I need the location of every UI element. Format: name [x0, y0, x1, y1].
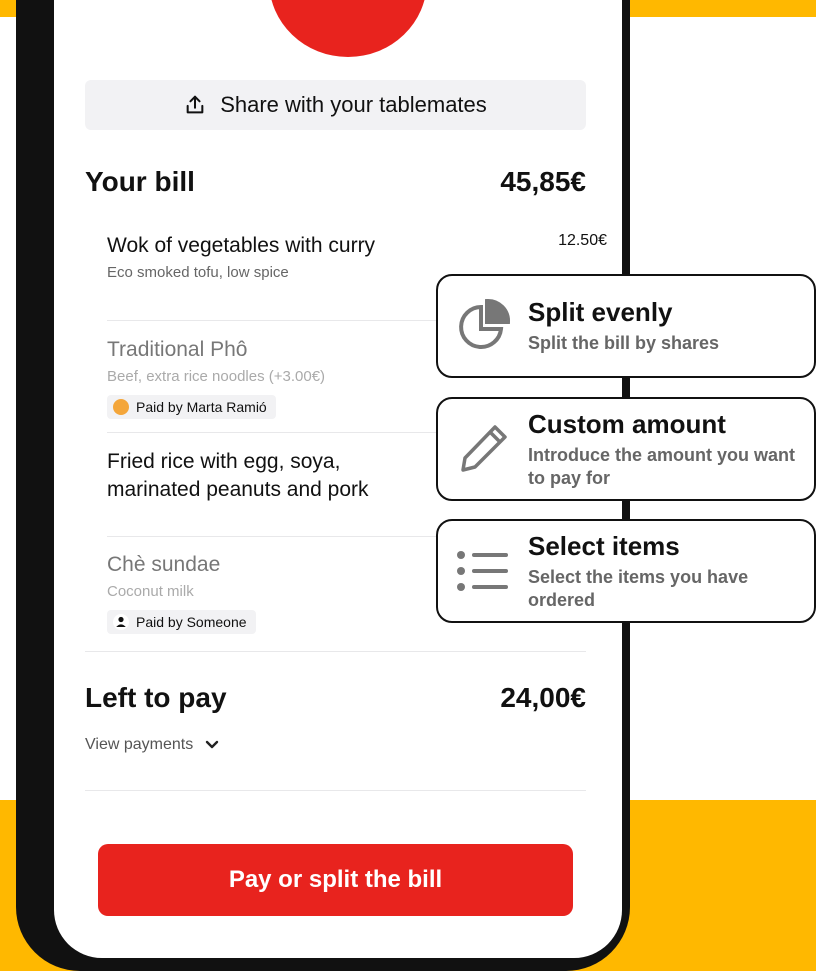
pie-chart-icon [459, 299, 510, 349]
divider [85, 651, 586, 652]
bill-item[interactable]: Fried rice with egg, soya, marinated pea… [107, 448, 437, 504]
option-description: Split the bill by shares [528, 333, 720, 353]
divider [85, 790, 586, 791]
option-split-evenly[interactable]: Split evenly Split the bill by shares [436, 274, 816, 378]
option-title: Split evenly [528, 297, 673, 327]
option-description: Select the items you have ordered [528, 566, 749, 610]
person-icon [113, 614, 129, 630]
list-icon [457, 551, 508, 591]
paid-by-badge: Paid by Someone [107, 610, 256, 634]
paid-by-label: Paid by Marta Ramió [136, 399, 267, 415]
option-title: Custom amount [528, 408, 726, 439]
view-payments-label: View payments [85, 736, 194, 753]
share-label: Share with your tablemates [220, 92, 487, 117]
your-bill-header: Your bill 45,85€ [85, 166, 586, 198]
item-price: 12.50€ [558, 232, 607, 249]
paid-by-badge: Paid by Marta Ramió [107, 395, 276, 419]
pencil-icon [461, 425, 507, 472]
paid-by-label: Paid by Someone [136, 614, 247, 630]
item-name: Wok of vegetables with curry [107, 234, 376, 257]
option-custom-amount[interactable]: Custom amount Introduce the amount you w… [436, 397, 816, 501]
your-bill-title: Your bill [85, 166, 195, 197]
share-with-tablemates-button[interactable]: Share with your tablemates [85, 80, 586, 130]
left-to-pay-amount: 24,00€ [500, 682, 586, 713]
view-payments-toggle[interactable]: View payments [85, 736, 219, 754]
share-icon [186, 95, 204, 114]
left-to-pay-title: Left to pay [85, 682, 227, 713]
bill-total: 45,85€ [500, 166, 586, 197]
user-avatar-icon [113, 399, 129, 415]
pay-or-split-button[interactable]: Pay or split the bill [98, 844, 573, 916]
option-select-items[interactable]: Select items Select the items you have o… [436, 519, 816, 623]
option-description: Introduce the amount you want to pay for [528, 444, 796, 488]
option-title: Select items [528, 530, 680, 561]
chevron-down-icon [206, 740, 219, 749]
restaurant-logo-circle [269, 0, 427, 57]
item-name: Fried rice with egg, soya, marinated pea… [107, 450, 369, 501]
left-to-pay-header: Left to pay 24,00€ [85, 682, 586, 714]
